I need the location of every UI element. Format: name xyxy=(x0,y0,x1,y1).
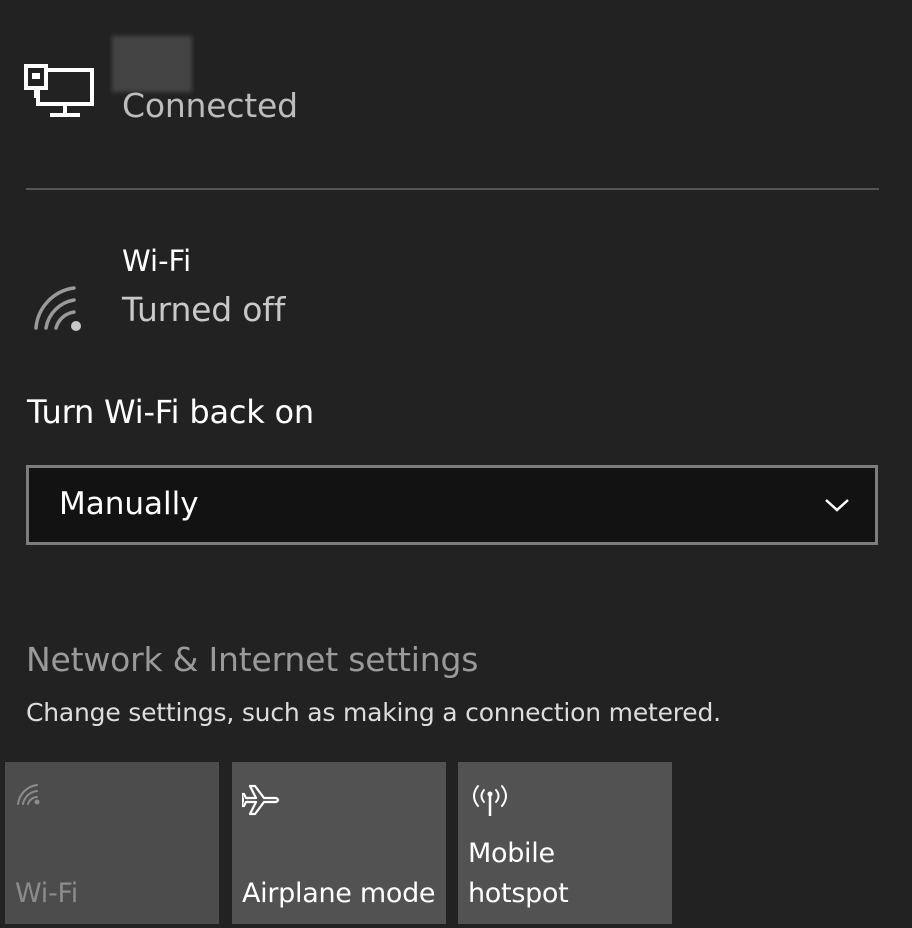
section-divider xyxy=(26,188,879,190)
wifi-toggle-tile[interactable]: Wi-Fi xyxy=(5,762,219,924)
airplane-tile-label: Airplane mode xyxy=(242,878,436,909)
network-settings-description: Change settings, such as making a connec… xyxy=(26,698,721,727)
network-name-redacted xyxy=(112,36,192,92)
turn-wifi-back-on-dropdown[interactable]: Manually xyxy=(26,465,878,545)
chevron-down-icon xyxy=(825,499,849,512)
dropdown-selected-value: Manually xyxy=(59,486,199,522)
ethernet-pc-icon xyxy=(24,64,94,117)
mobile-hotspot-tile[interactable]: Mobile hotspot xyxy=(458,762,672,924)
wifi-status: Turned off xyxy=(122,290,286,329)
wifi-off-icon[interactable] xyxy=(30,278,94,334)
wifi-tile-label: Wi-Fi xyxy=(15,878,78,909)
turn-wifi-back-on-label: Turn Wi-Fi back on xyxy=(27,393,315,431)
hotspot-icon xyxy=(473,785,507,816)
airplane-icon xyxy=(242,784,280,816)
wifi-icon xyxy=(17,784,40,805)
wifi-title: Wi-Fi xyxy=(122,244,192,278)
ethernet-status: Connected xyxy=(122,86,298,125)
network-internet-settings-link[interactable]: Network & Internet settings xyxy=(26,640,478,679)
airplane-mode-tile[interactable]: Airplane mode xyxy=(232,762,446,924)
hotspot-tile-label: Mobile hotspot xyxy=(468,838,569,909)
